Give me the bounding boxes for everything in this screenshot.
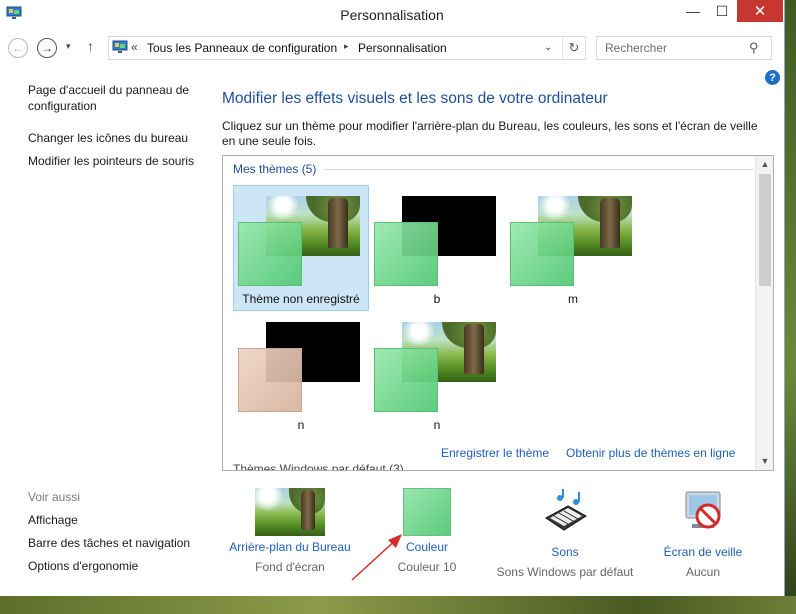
minimize-button[interactable]: — <box>679 0 707 22</box>
sounds-link[interactable]: Sons <box>495 545 635 559</box>
address-bar[interactable]: « Tous les Panneaux de configuration ▸ P… <box>108 36 586 60</box>
theme-label: b <box>433 292 441 306</box>
back-button[interactable]: ← <box>8 38 28 58</box>
page-description: Cliquez sur un thème pour modifier l'arr… <box>222 119 758 148</box>
annotation-arrow-icon <box>351 534 402 581</box>
see-also-heading: Voir aussi <box>28 490 81 504</box>
desktop-background-link[interactable]: Arrière-plan du Bureau <box>220 540 360 554</box>
forward-button[interactable]: → <box>37 38 57 58</box>
screensaver-setting[interactable]: Écran de veille Aucun <box>633 488 773 579</box>
breadcrumb-separator-icon[interactable]: ▸ <box>344 41 349 52</box>
sidebar-link-change-mouse-pointers[interactable]: Modifier les pointeurs de souris <box>28 153 194 169</box>
window-title: Personnalisation <box>340 7 444 23</box>
breadcrumb-all-control-panel[interactable]: Tous les Panneaux de configuration <box>147 41 337 55</box>
sidebar-link-change-desktop-icons[interactable]: Changer les icônes du bureau <box>28 130 188 146</box>
theme-item-unsaved[interactable]: Thème non enregistré <box>233 185 369 311</box>
up-button[interactable]: ↑ <box>87 38 94 54</box>
desktop-wallpaper-strip <box>0 596 796 614</box>
search-input[interactable]: Rechercher ⚲ <box>596 36 772 60</box>
maximize-button[interactable]: ☐ <box>708 0 736 22</box>
theme-color-swatch <box>238 222 302 286</box>
screensaver-link[interactable]: Écran de veille <box>633 545 773 559</box>
breadcrumb-personalization[interactable]: Personnalisation <box>358 41 447 55</box>
address-dropdown-icon[interactable]: ⌄ <box>544 42 552 53</box>
page-title: Modifier les effets visuels et les sons … <box>222 90 608 107</box>
theme-item-b[interactable]: b <box>369 185 505 311</box>
see-also-link-ease-of-access[interactable]: Options d'ergonomie <box>28 558 138 574</box>
themes-scrollbar[interactable]: ▲ ▼ <box>755 156 773 470</box>
search-icon[interactable]: ⚲ <box>749 40 759 56</box>
theme-label: n <box>433 418 441 432</box>
scroll-up-icon[interactable]: ▲ <box>756 156 773 172</box>
desktop-background-setting[interactable]: Arrière-plan du Bureau Fond d'écran <box>220 488 360 574</box>
save-theme-link[interactable]: Enregistrer le thème <box>441 446 549 460</box>
theme-color-swatch <box>374 348 438 412</box>
scroll-thumb[interactable] <box>759 174 771 286</box>
help-icon[interactable]: ? <box>765 70 780 85</box>
default-themes-group-label[interactable]: Thèmes Windows par défaut (3) <box>233 462 404 470</box>
themes-list: Mes thèmes (5) Thème non enregistré b m <box>222 155 774 471</box>
control-panel-icon <box>112 40 128 53</box>
theme-item-n-dark[interactable]: n <box>233 311 369 437</box>
see-also-link-display[interactable]: Affichage <box>28 512 78 528</box>
theme-label: n <box>297 418 305 432</box>
tree-trunk <box>464 324 484 374</box>
theme-item-n-forest[interactable]: n <box>369 311 505 437</box>
see-also-link-taskbar[interactable]: Barre des tâches et navigation <box>28 535 190 551</box>
tree-trunk <box>600 198 620 248</box>
screensaver-icon[interactable] <box>678 488 728 536</box>
get-more-themes-link[interactable]: Obtenir plus de thèmes en ligne <box>566 446 735 460</box>
close-button[interactable]: ✕ <box>737 0 783 22</box>
search-placeholder: Rechercher <box>605 41 668 55</box>
navigation-bar: ← → ▾ ↑ « Tous les Panneaux de configura… <box>0 35 784 63</box>
desktop-background-value: Fond d'écran <box>255 560 325 574</box>
sounds-value: Sons Windows par défaut <box>496 565 634 579</box>
sounds-setting[interactable]: Sons Sons Windows par défaut <box>495 488 635 579</box>
breadcrumb-overflow-icon[interactable]: « <box>131 40 138 54</box>
recent-locations-icon[interactable]: ▾ <box>66 41 71 52</box>
personalization-window: Personnalisation — ☐ ✕ ← → ▾ ↑ « Tous le… <box>0 0 785 596</box>
theme-color-swatch <box>510 222 574 286</box>
theme-item-m[interactable]: m <box>505 185 641 311</box>
sidebar-link-control-panel-home[interactable]: Page d'accueil du panneau de configurati… <box>28 82 200 114</box>
theme-label: Thème non enregistré <box>242 292 360 306</box>
theme-color-swatch <box>374 222 438 286</box>
tree-trunk <box>328 198 348 248</box>
title-bar: Personnalisation — ☐ ✕ <box>0 0 784 32</box>
screensaver-value: Aucun <box>685 565 721 579</box>
theme-label: m <box>568 292 578 306</box>
sounds-icon[interactable] <box>540 488 590 536</box>
scroll-down-icon[interactable]: ▼ <box>756 453 773 469</box>
refresh-button[interactable]: ↻ <box>562 37 585 59</box>
theme-color-swatch <box>238 348 302 412</box>
desktop-background-icon[interactable] <box>255 488 325 536</box>
group-divider <box>323 169 753 170</box>
tree-trunk <box>301 490 315 530</box>
my-themes-group-label[interactable]: Mes thèmes (5) <box>233 162 316 176</box>
